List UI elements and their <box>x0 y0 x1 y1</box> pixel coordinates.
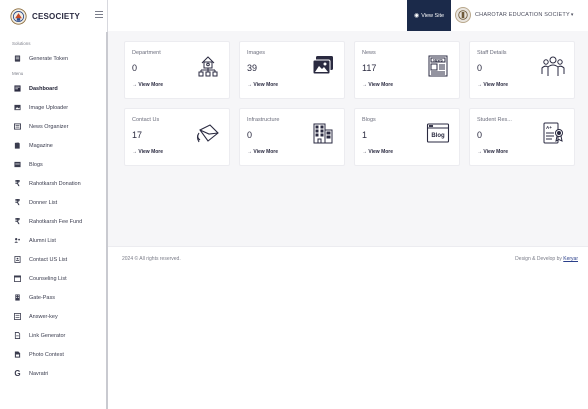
sidebar-item-label: Counseling List <box>29 275 67 282</box>
svg-text:Blog: Blog <box>431 133 445 139</box>
view-more-link[interactable]: → View More <box>362 82 393 88</box>
sidebar-item-link-generator[interactable]: Link Generator <box>0 326 107 345</box>
card-images: Images 39 → View More <box>239 41 345 99</box>
sidebar-item-label: Rahotkarsh Fee Fund <box>29 218 83 225</box>
department-icon <box>196 54 220 78</box>
hamburger-menu-icon[interactable] <box>95 11 103 19</box>
newspaper-icon: NEWS <box>426 54 450 78</box>
sidebar-item-magazine[interactable]: Magazine <box>0 136 107 155</box>
sidebar-item-news-organizer[interactable]: News Organizer <box>0 117 107 136</box>
sidebar-item-answer-key[interactable]: Answer-key <box>0 307 107 326</box>
building-icon <box>14 294 21 301</box>
sidebar-item-label: Alumni List <box>29 237 56 244</box>
users-icon <box>14 237 21 244</box>
view-more-link[interactable]: → View More <box>477 149 508 155</box>
sidebar-item-label: Dashboard <box>29 85 58 92</box>
sidebar-item-label: Gate-Pass <box>29 294 55 301</box>
sidebar-item-label: Answer-key <box>29 313 58 320</box>
sidebar-item-label: Generate Token <box>29 55 69 62</box>
view-more-link[interactable]: → View More <box>477 82 508 88</box>
eye-icon: ◉ <box>413 13 420 19</box>
sidebar-item-donner-list[interactable]: ₹ Donner List <box>0 193 107 212</box>
image-icon <box>14 104 21 111</box>
card-staff-details: Staff Details 0 → View More <box>469 41 575 99</box>
sidebar-item-label: Contact US List <box>29 256 68 263</box>
view-more-link[interactable]: → View More <box>247 149 278 155</box>
org-logo-avatar <box>455 7 471 23</box>
sidebar-item-image-uploader[interactable]: Image Uploader <box>0 98 107 117</box>
sidebar: CESOCIETY Solutions Generate Token Menu … <box>0 0 108 409</box>
sidebar-item-label: Navratri <box>29 370 49 377</box>
developer-link[interactable]: Keryar <box>563 256 578 262</box>
photo-icon <box>14 351 21 358</box>
news-icon <box>14 123 21 130</box>
dashboard-icon <box>14 85 21 92</box>
staff-icon <box>541 54 565 78</box>
link-icon <box>14 332 21 339</box>
svg-text:NEWS: NEWS <box>433 58 443 62</box>
copyright-text: 2024 © All rights reserved. <box>122 256 181 262</box>
document-icon <box>14 55 21 62</box>
list-icon <box>14 313 21 320</box>
infrastructure-icon <box>311 121 335 145</box>
view-more-link[interactable]: → View More <box>132 149 163 155</box>
card-department: Department 0 → View More <box>124 41 230 99</box>
sidebar-item-photo-contest[interactable]: Photo Contest <box>0 345 107 364</box>
sidebar-item-label: Link Generator <box>29 332 66 339</box>
sidebar-item-label: Donner List <box>29 199 58 206</box>
contact-icon <box>14 256 21 263</box>
sidebar-item-label: News Organizer <box>29 123 69 130</box>
view-more-link[interactable]: → View More <box>362 149 393 155</box>
sidebar-item-counseling-list[interactable]: Counseling List <box>0 269 107 288</box>
sidebar-item-navratri[interactable]: G Navratri <box>0 364 107 383</box>
book-icon <box>14 142 21 149</box>
sidebar-item-rahotkarsh-fee-fund[interactable]: ₹ Rahotkarsh Fee Fund <box>0 212 107 231</box>
org-name: CHAROTAR EDUCATION SOCIETY <box>475 12 570 18</box>
top-header: ◉ View Site CHAROTAR EDUCATION SOCIETY ▾ <box>108 0 588 31</box>
result-icon: A+ <box>541 121 565 145</box>
brand-name: CESOCIETY <box>32 11 81 21</box>
card-infrastructure: Infrastructure 0 → View More <box>239 108 345 166</box>
view-more-link[interactable]: → View More <box>132 82 163 88</box>
footer: 2024 © All rights reserved. Design & Dev… <box>108 246 588 270</box>
blog-icon <box>14 161 21 168</box>
org-switcher[interactable]: CHAROTAR EDUCATION SOCIETY ▾ <box>455 7 573 23</box>
sidebar-item-label: Blogs <box>29 161 43 168</box>
sidebar-item-generate-token[interactable]: Generate Token <box>0 49 107 68</box>
rupee-icon: ₹ <box>14 217 21 226</box>
society-logo-icon <box>10 7 27 25</box>
view-site-label: View Site <box>421 12 445 19</box>
rupee-icon: ₹ <box>14 198 21 207</box>
credit-prefix: Design & Develop by <box>515 256 564 262</box>
calendar-icon <box>14 275 21 282</box>
brand: CESOCIETY <box>0 0 107 32</box>
svg-text:A+: A+ <box>546 125 552 130</box>
sidebar-item-blogs[interactable]: Blogs <box>0 155 107 174</box>
rupee-icon: ₹ <box>14 179 21 188</box>
images-icon <box>311 54 335 78</box>
chevron-down-icon: ▾ <box>570 12 574 18</box>
credit-text: Design & Develop by Keryar <box>515 256 578 262</box>
card-contact-us: Contact Us 17 → View More <box>124 108 230 166</box>
sidebar-item-contact-us-list[interactable]: Contact US List <box>0 250 107 269</box>
sidebar-item-gate-pass[interactable]: Gate-Pass <box>0 288 107 307</box>
sidebar-item-rahotkarsh-donation[interactable]: ₹ Rahotkarsh Donation <box>0 174 107 193</box>
sidebar-item-dashboard[interactable]: Dashboard <box>0 79 107 98</box>
sidebar-item-label: Rahotkarsh Donation <box>29 180 81 187</box>
sidebar-item-alumni-list[interactable]: Alumni List <box>0 231 107 250</box>
card-news: News 117 → View More NEWS <box>354 41 460 99</box>
view-site-button[interactable]: ◉ View Site <box>407 0 451 31</box>
sidebar-item-label: Photo Contest <box>29 351 64 358</box>
card-blogs: Blogs 1 → View More Blog <box>354 108 460 166</box>
google-icon: G <box>14 369 21 378</box>
sidebar-item-label: Magazine <box>29 142 53 149</box>
card-student-results: Student Res... 0 → View More A+ <box>469 108 575 166</box>
view-more-link[interactable]: → View More <box>247 82 278 88</box>
envelope-icon <box>196 121 220 145</box>
blog-window-icon: Blog <box>426 121 450 145</box>
dashboard-content: Department 0 → View More Images 39 → Vie… <box>108 31 588 246</box>
sidebar-item-label: Image Uploader <box>29 104 69 111</box>
